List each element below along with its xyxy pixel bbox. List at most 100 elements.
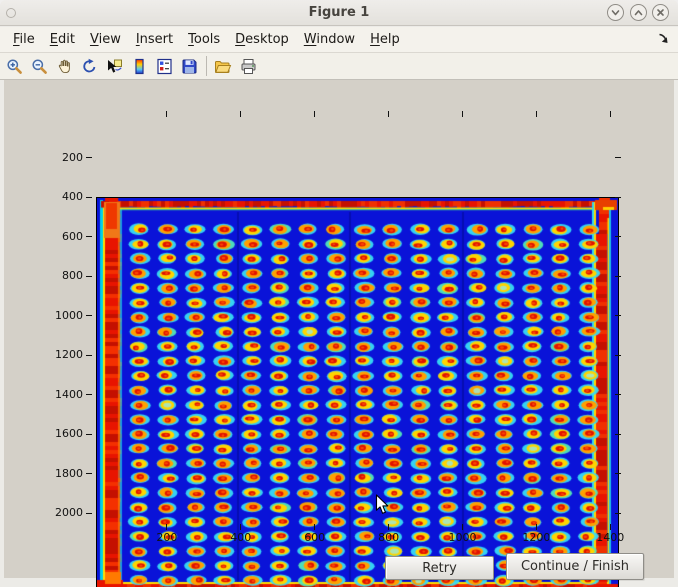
colorbar-button[interactable] [128,55,150,77]
rotate-3d-icon [81,58,98,75]
y-tick-right [615,236,621,237]
x-tick-label: 1200 [510,531,562,544]
y-tick-label: 1000 [41,309,83,322]
x-tick-bottom [240,524,241,530]
x-tick-top [314,111,315,117]
y-tick-label: 800 [41,269,83,282]
x-tick-bottom [536,524,537,530]
zoom-in-icon [6,58,23,75]
y-tick-right [615,473,621,474]
retry-button-label: Retry [422,561,457,576]
y-tick-left [86,315,92,316]
plate-image[interactable] [97,198,618,587]
x-tick-bottom [462,524,463,530]
y-tick-left [86,434,92,435]
mouse-cursor [375,494,390,516]
print-icon [240,58,257,75]
retry-button[interactable]: Retry [385,556,494,580]
y-tick-right [615,315,621,316]
menu-bar: File Edit View Insert Tools Desktop Window Help [0,27,678,52]
zoom-out-icon [31,58,48,75]
x-tick-bottom [314,524,315,530]
dock-figure-icon[interactable] [657,32,670,45]
title-bar: Figure 1 [0,0,678,26]
axes [96,197,619,587]
menu-tools[interactable]: Tools [188,32,220,47]
menu-insert[interactable]: Insert [136,32,173,47]
y-tick-right [615,276,621,277]
window-maximize-button[interactable] [630,4,647,21]
open-folder-icon [214,58,232,75]
y-tick-left [86,355,92,356]
y-tick-left [86,276,92,277]
data-cursor-button[interactable] [103,55,125,77]
figure-canvas-area [4,80,674,578]
y-tick-left [86,157,92,158]
continue-finish-button[interactable]: Continue / Finish [506,553,644,580]
y-tick-left [86,513,92,514]
save-icon [181,58,198,75]
figure-window: Figure 1 File Edit View Insert Tools Desktop W… [0,0,678,587]
x-tick-top [388,111,389,117]
y-tick-label: 400 [41,190,83,203]
y-tick-right [615,197,621,198]
menu-file[interactable]: File [13,32,35,47]
x-tick-bottom [388,524,389,530]
close-icon [655,7,666,18]
y-tick-right [615,157,621,158]
x-tick-bottom [166,524,167,530]
y-tick-left [86,197,92,198]
pan-icon [56,58,73,75]
window-minimize-button[interactable] [607,4,624,21]
window-title: Figure 1 [0,5,678,20]
y-tick-left [86,473,92,474]
y-tick-label: 1800 [41,467,83,480]
x-tick-top [462,111,463,117]
x-tick-top [240,111,241,117]
window-close-button[interactable] [652,4,669,21]
menu-window[interactable]: Window [304,32,355,47]
x-tick-label: 800 [363,531,415,544]
continue-finish-button-label: Continue / Finish [521,559,629,574]
x-tick-label: 200 [141,531,193,544]
menu-view[interactable]: View [90,32,121,47]
toolbar-separator [206,56,207,76]
data-cursor-icon [106,58,123,75]
chevron-up-icon [633,7,644,18]
y-tick-right [615,394,621,395]
x-tick-top [536,111,537,117]
y-tick-label: 1600 [41,427,83,440]
y-tick-left [86,394,92,395]
y-tick-right [615,355,621,356]
x-tick-label: 1000 [437,531,489,544]
y-tick-right [615,434,621,435]
y-tick-left [86,236,92,237]
zoom-in-button[interactable] [3,55,25,77]
x-tick-label: 600 [289,531,341,544]
menu-help[interactable]: Help [370,32,400,47]
x-tick-top [610,111,611,117]
zoom-out-button[interactable] [28,55,50,77]
save-button[interactable] [178,55,200,77]
x-tick-label: 1400 [584,531,636,544]
x-tick-bottom [610,524,611,530]
y-tick-label: 200 [41,151,83,164]
legend-icon [156,58,173,75]
y-tick-right [615,513,621,514]
menu-desktop[interactable]: Desktop [235,32,289,47]
colorbar-icon [131,58,148,75]
chevron-down-icon [610,7,621,18]
legend-button[interactable] [153,55,175,77]
y-tick-label: 1400 [41,388,83,401]
print-button[interactable] [237,55,259,77]
y-tick-label: 2000 [41,506,83,519]
x-tick-label: 400 [215,531,267,544]
toolbar [0,52,678,80]
pan-button[interactable] [53,55,75,77]
rotate-3d-button[interactable] [78,55,100,77]
x-tick-top [166,111,167,117]
y-tick-label: 600 [41,230,83,243]
y-tick-label: 1200 [41,348,83,361]
menu-edit[interactable]: Edit [50,32,75,47]
open-folder-button[interactable] [212,55,234,77]
